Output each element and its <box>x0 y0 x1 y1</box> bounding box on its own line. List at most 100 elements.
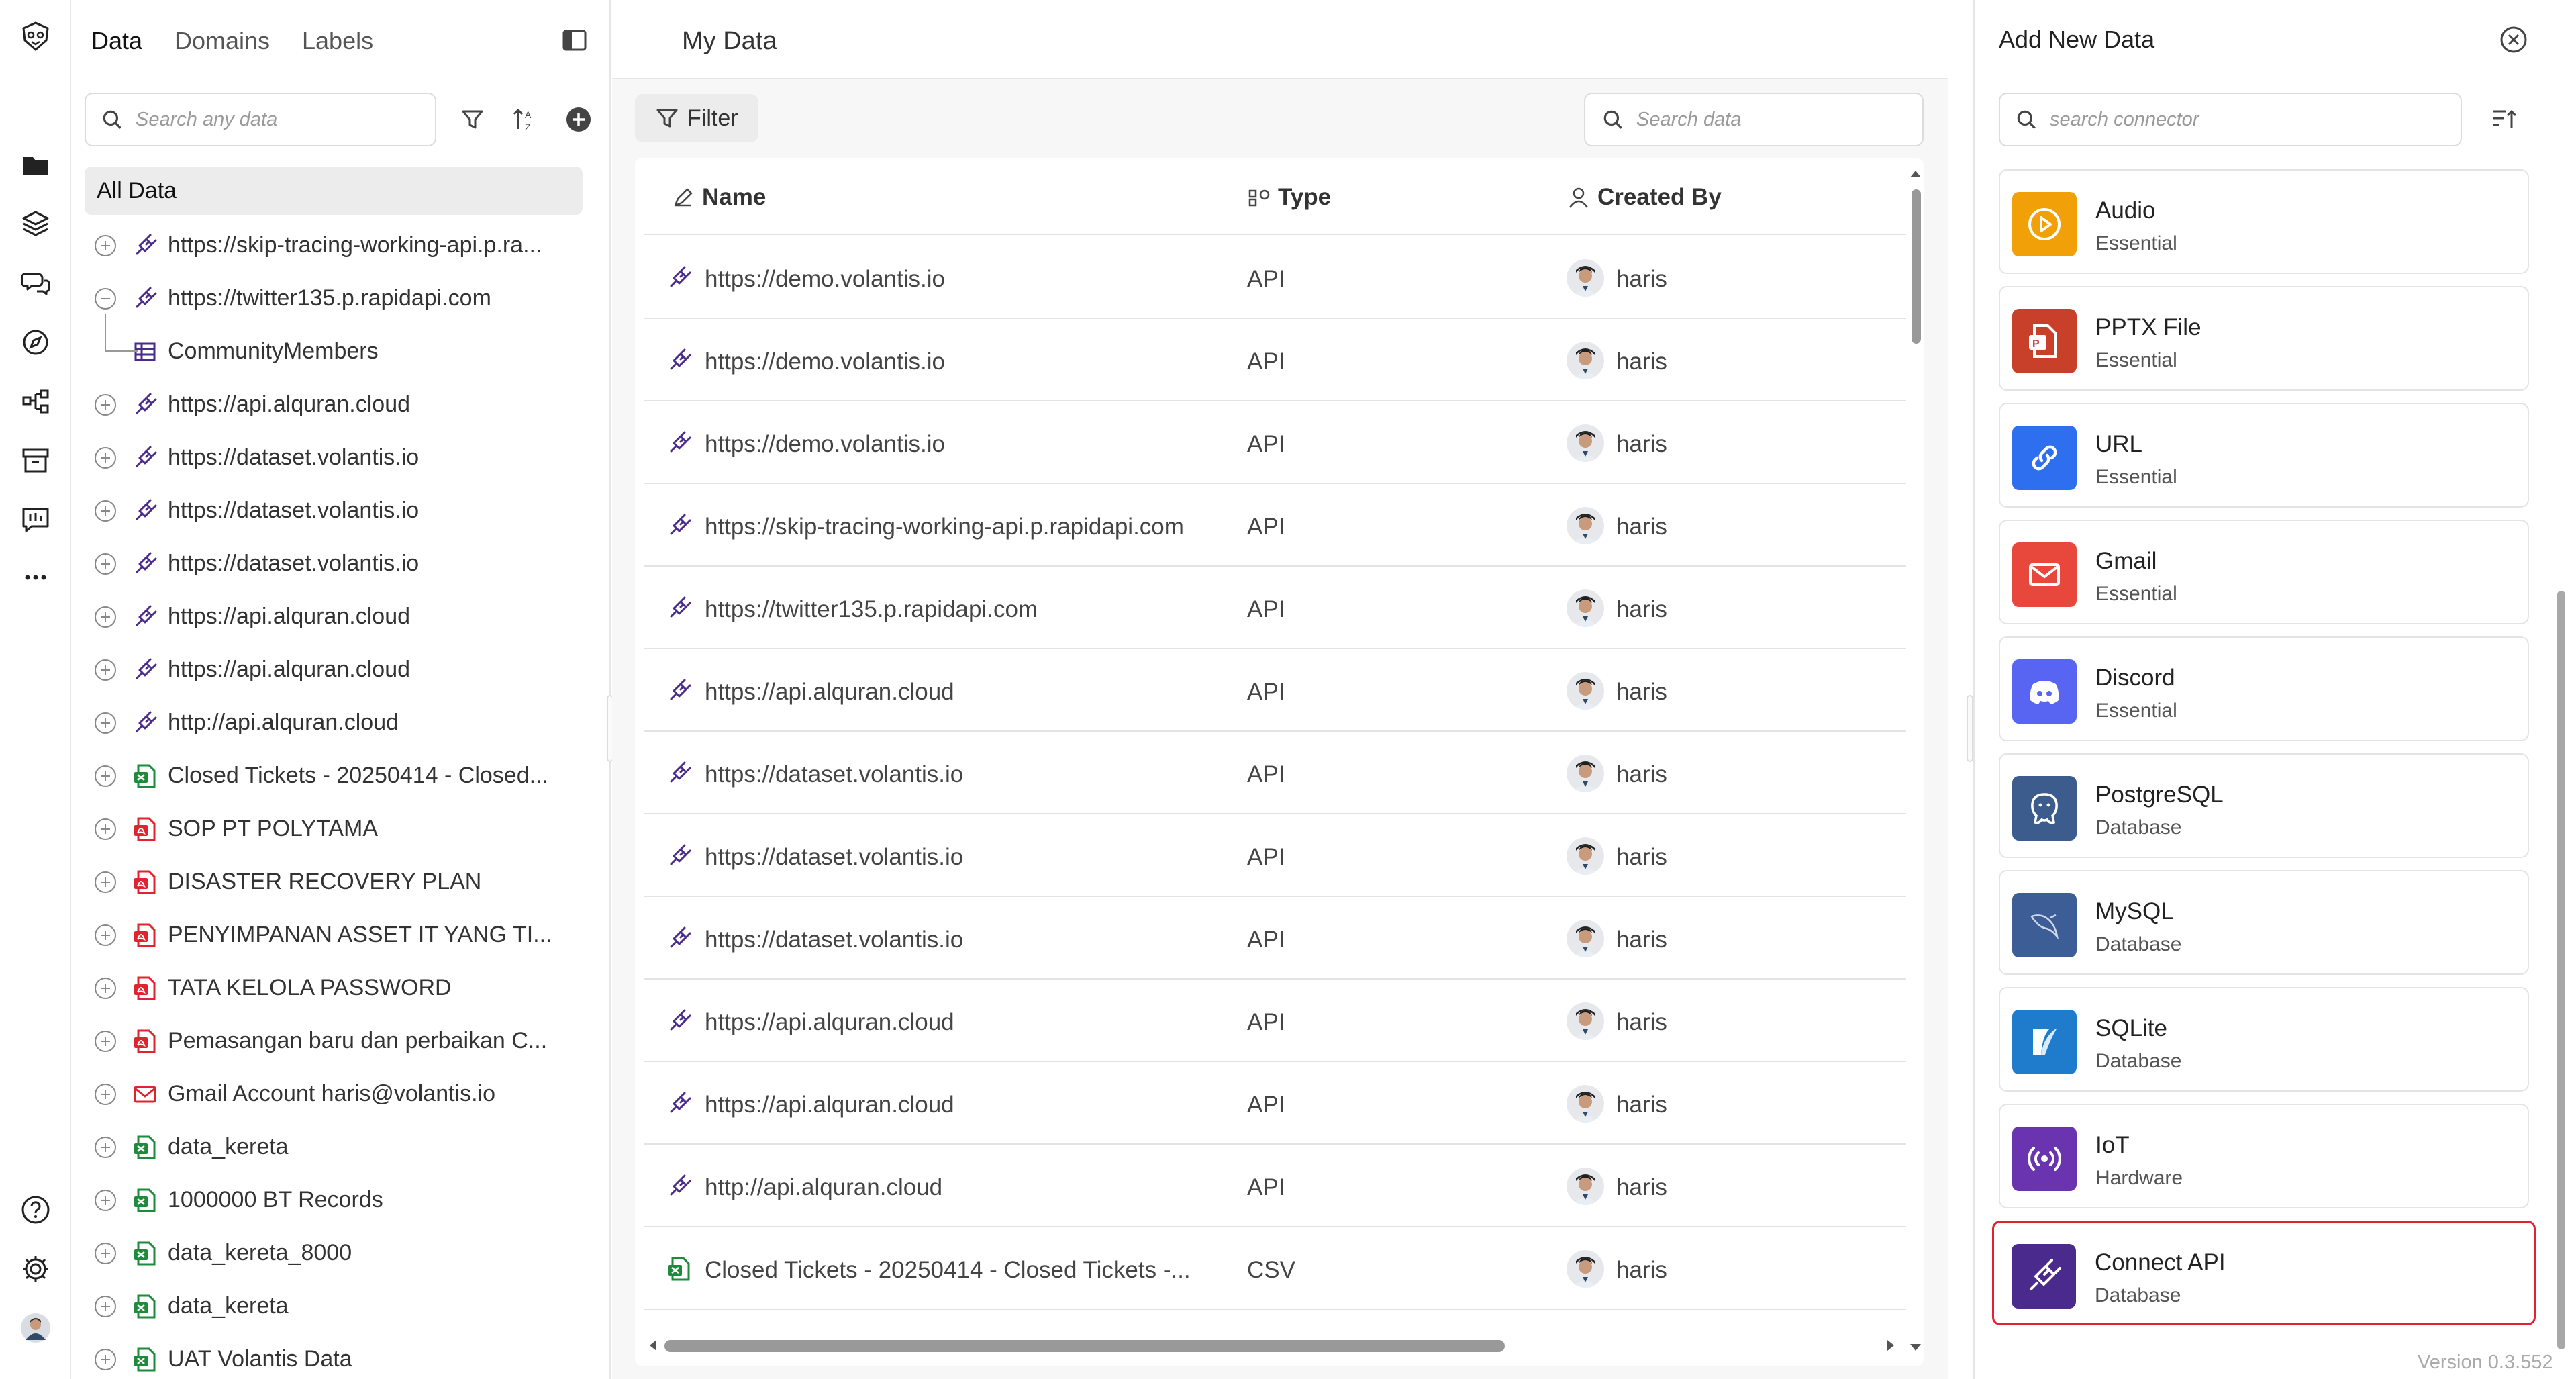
tree-item[interactable]: CommunityMembers <box>85 314 583 378</box>
row-name[interactable]: http://api.alquran.cloud <box>705 1174 942 1201</box>
table-row[interactable]: https://skip-tracing-working-api.p.rapid… <box>644 484 1906 567</box>
connector-card[interactable]: Audio Essential <box>1999 169 2529 274</box>
tab-domains[interactable]: Domains <box>175 27 270 55</box>
right-scrollbar[interactable] <box>2557 591 2565 1349</box>
help-icon[interactable] <box>15 1190 56 1230</box>
expand-icon[interactable] <box>93 1029 118 1054</box>
row-name[interactable]: https://dataset.volantis.io <box>705 926 963 953</box>
tree-item[interactable]: https://dataset.volantis.io <box>85 537 583 590</box>
resize-handle[interactable] <box>1967 695 1973 762</box>
tree-item[interactable]: Pemasangan baru dan perbaikan C... <box>85 1014 583 1067</box>
more-icon[interactable] <box>15 557 56 598</box>
row-name[interactable]: Closed Tickets - 20250414 - Closed Ticke… <box>705 1257 1191 1284</box>
table-row[interactable]: https://dataset.volantis.io API haris <box>644 814 1906 897</box>
tree-item[interactable]: https://dataset.volantis.io <box>85 484 583 537</box>
row-name[interactable]: https://demo.volantis.io <box>705 431 945 458</box>
collapse-panel-icon[interactable] <box>561 27 588 54</box>
tree-item[interactable]: TATA KELOLA PASSWORD <box>85 961 583 1014</box>
expand-icon[interactable] <box>93 1241 118 1266</box>
tree-item[interactable]: https://dataset.volantis.io <box>85 431 583 484</box>
table-horizontal-scrollbar[interactable] <box>644 1335 1906 1355</box>
data-search-field[interactable] <box>85 93 436 146</box>
chat-icon[interactable] <box>15 263 56 303</box>
settings-icon[interactable] <box>15 1249 56 1289</box>
expand-icon[interactable] <box>93 551 118 577</box>
explore-icon[interactable] <box>15 322 56 363</box>
expand-icon[interactable] <box>93 816 118 842</box>
tree-item[interactable]: DISASTER RECOVERY PLAN <box>85 855 583 908</box>
expand-icon[interactable] <box>93 392 118 418</box>
row-name[interactable]: https://dataset.volantis.io <box>705 844 963 871</box>
tree-item[interactable]: data_kereta_8000 <box>85 1227 583 1280</box>
connector-card[interactable]: Connect API Database <box>1992 1221 2536 1325</box>
table-row[interactable]: https://twitter135.p.rapidapi.com API hari… <box>644 567 1906 649</box>
row-name[interactable]: https://api.alquran.cloud <box>705 1009 954 1036</box>
row-name[interactable]: https://api.alquran.cloud <box>705 679 954 706</box>
add-data-icon[interactable] <box>564 105 593 134</box>
expand-icon[interactable] <box>93 657 118 683</box>
logo-icon[interactable] <box>15 16 56 56</box>
sort-icon[interactable] <box>2489 103 2520 134</box>
table-row[interactable]: http://api.alquran.cloud API haris <box>644 1145 1906 1227</box>
connector-card[interactable]: MySQL Database <box>1999 870 2529 975</box>
tree-item[interactable]: https://api.alquran.cloud <box>85 643 583 696</box>
tree-item[interactable]: 1000000 BT Records <box>85 1174 583 1227</box>
expand-icon[interactable] <box>93 869 118 895</box>
tree-item[interactable]: https://api.alquran.cloud <box>85 378 583 431</box>
table-row[interactable]: https://dataset.volantis.io API haris <box>644 897 1906 980</box>
tree-item[interactable]: https://api.alquran.cloud <box>85 590 583 643</box>
row-name[interactable]: https://demo.volantis.io <box>705 348 945 375</box>
table-row[interactable]: https://demo.volantis.io API haris <box>644 401 1906 484</box>
main-search-field[interactable] <box>1584 93 1924 146</box>
connector-card[interactable]: URL Essential <box>1999 403 2529 508</box>
column-name-header[interactable]: Name <box>671 184 766 211</box>
tree-item[interactable]: SOP PT POLYTAMA <box>85 802 583 855</box>
main-search-input[interactable] <box>1636 108 1918 131</box>
connector-search-field[interactable] <box>1999 93 2462 146</box>
connector-card[interactable]: PostgreSQL Database <box>1999 753 2529 858</box>
tree-item[interactable]: Gmail Account haris@volantis.io <box>85 1067 583 1121</box>
tree-item[interactable]: https://skip-tracing-working-api.p.ra... <box>85 219 583 272</box>
table-row[interactable]: Closed Tickets - 20250414 - Closed Ticke… <box>644 1227 1906 1310</box>
table-row[interactable]: https://api.alquran.cloud API haris <box>644 980 1906 1062</box>
expand-icon[interactable] <box>93 1294 118 1319</box>
row-name[interactable]: https://dataset.volantis.io <box>705 761 963 788</box>
expand-icon[interactable] <box>93 233 118 258</box>
data-icon[interactable] <box>15 145 56 185</box>
table-row[interactable]: https://api.alquran.cloud API haris <box>644 1062 1906 1145</box>
all-data-item[interactable]: All Data <box>85 167 583 215</box>
expand-icon[interactable] <box>93 445 118 471</box>
connector-search-input[interactable] <box>2050 108 2426 131</box>
connector-card[interactable]: SQLite Database <box>1999 987 2529 1092</box>
tab-labels[interactable]: Labels <box>302 27 373 55</box>
feedback-icon[interactable] <box>15 500 56 540</box>
workflow-icon[interactable] <box>15 381 56 422</box>
connector-card[interactable]: IoT Hardware <box>1999 1104 2529 1208</box>
tree-item[interactable]: Closed Tickets - 20250414 - Closed... <box>85 749 583 802</box>
close-icon[interactable] <box>2498 24 2529 55</box>
row-name[interactable]: https://demo.volantis.io <box>705 266 945 293</box>
expand-icon[interactable] <box>93 763 118 789</box>
row-name[interactable]: https://twitter135.p.rapidapi.com <box>705 596 1038 623</box>
expand-icon[interactable] <box>93 1082 118 1107</box>
filter-icon[interactable] <box>458 105 487 134</box>
archive-icon[interactable] <box>15 440 56 481</box>
column-created-by-header[interactable]: Created By <box>1567 184 1722 211</box>
data-search-input[interactable] <box>136 108 417 131</box>
tree-item[interactable]: data_kereta <box>85 1121 583 1174</box>
tree-item[interactable]: https://twitter135.p.rapidapi.com <box>85 272 583 325</box>
row-name[interactable]: https://skip-tracing-working-api.p.rapid… <box>705 514 1184 540</box>
tree-item[interactable]: data_kereta <box>85 1280 583 1333</box>
tree-item[interactable]: PENYIMPANAN ASSET IT YANG TI... <box>85 908 583 961</box>
expand-icon[interactable] <box>93 1347 118 1372</box>
table-row[interactable]: https://dataset.volantis.io API haris <box>644 732 1906 814</box>
row-name[interactable]: https://api.alquran.cloud <box>705 1092 954 1119</box>
expand-icon[interactable] <box>93 710 118 736</box>
table-row[interactable]: https://api.alquran.cloud API haris <box>644 649 1906 732</box>
collapse-icon[interactable] <box>93 286 118 312</box>
column-type-header[interactable]: Type <box>1247 184 1331 211</box>
table-row[interactable]: https://demo.volantis.io API haris <box>644 319 1906 401</box>
tab-data[interactable]: Data <box>91 27 142 55</box>
tree-item[interactable]: UAT Volantis Data <box>85 1333 583 1379</box>
expand-icon[interactable] <box>93 922 118 948</box>
